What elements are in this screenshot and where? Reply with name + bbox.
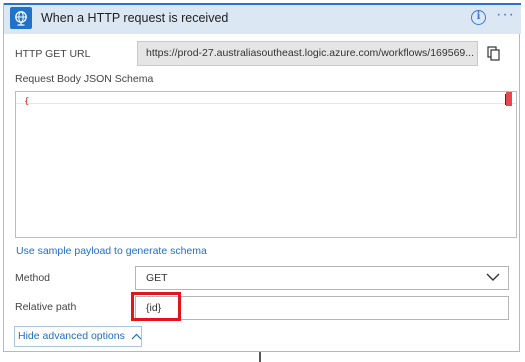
info-icon[interactable]: i [471,10,486,25]
schema-editor-line [16,92,516,104]
http-get-url-label: HTTP GET URL [15,48,91,60]
card-title: When a HTTP request is received [41,11,229,25]
card-header[interactable]: When a HTTP request is received i ··· [4,3,521,34]
http-get-url-field[interactable]: https://prod-27.australiasoutheast.logic… [137,41,478,66]
more-options-icon[interactable]: ··· [496,7,515,23]
relative-path-label: Relative path [15,301,77,313]
sample-payload-link[interactable]: Use sample payload to generate schema [16,245,207,257]
schema-label: Request Body JSON Schema [15,73,154,85]
relative-path-input[interactable] [135,296,509,320]
hide-advanced-options-label: Hide advanced options [18,330,125,343]
copy-icon[interactable] [487,46,500,64]
schema-content: { [24,97,30,107]
chevron-up-icon [131,331,142,343]
schema-scrollbar[interactable] [506,92,512,106]
method-value: GET [146,272,168,284]
method-select[interactable]: GET [135,266,509,290]
schema-editor[interactable]: { [15,91,517,238]
hide-advanced-options-button[interactable]: Hide advanced options [14,326,142,347]
chevron-down-icon[interactable] [486,273,500,285]
http-request-icon [10,7,32,29]
http-trigger-card: When a HTTP request is received i ··· HT… [3,3,521,352]
flow-connector [259,352,261,362]
method-label: Method [15,272,51,284]
